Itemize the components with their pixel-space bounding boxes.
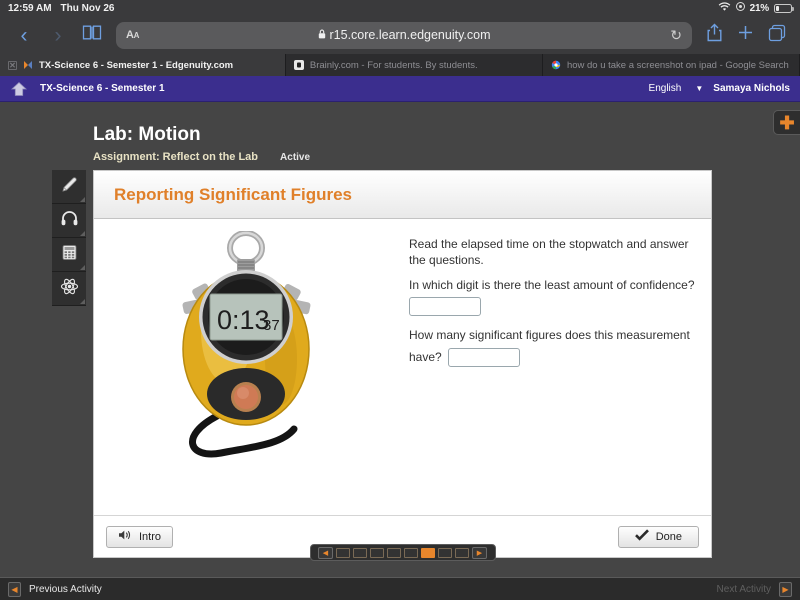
- triangle-left-icon[interactable]: ◀: [8, 582, 21, 597]
- answer-1-input[interactable]: [409, 297, 481, 316]
- status-badge: Active: [280, 152, 310, 163]
- page-square-5[interactable]: [404, 548, 418, 558]
- browser-tab-2[interactable]: how do u take a screenshot on ipad - Goo…: [543, 54, 800, 76]
- show-tabs-icon[interactable]: [768, 24, 786, 47]
- share-icon[interactable]: [706, 23, 723, 47]
- intro-button-label: Intro: [139, 531, 161, 543]
- next-activity-link[interactable]: Next Activity: [717, 584, 771, 595]
- lock-icon: [318, 28, 326, 42]
- instruction-text: Read the elapsed time on the stopwatch a…: [409, 237, 697, 269]
- page-square-3[interactable]: [370, 548, 384, 558]
- tab-strip: ✕ TX-Science 6 - Semester 1 - Edgenuity.…: [0, 54, 800, 76]
- home-icon[interactable]: [10, 81, 28, 97]
- browser-tab-0[interactable]: ✕ TX-Science 6 - Semester 1 - Edgenuity.…: [0, 54, 286, 76]
- science-tool[interactable]: [52, 272, 86, 306]
- tab-title: Brainly.com - For students. By students.: [310, 60, 478, 71]
- plus-icon: ✚: [779, 114, 794, 132]
- activity-header: Reporting Significant Figures: [94, 171, 711, 219]
- assignment-subtitle-row: Assignment: Reflect on the Lab Active: [93, 151, 310, 163]
- atom-icon: [60, 277, 79, 301]
- calculator-icon: [60, 243, 79, 267]
- edgenuity-favicon: [23, 60, 33, 70]
- question-2-text-line2: have?: [409, 350, 442, 366]
- page-square-8[interactable]: [455, 548, 469, 558]
- question-panel: Read the elapsed time on the stopwatch a…: [399, 223, 711, 515]
- wifi-icon: [718, 2, 731, 15]
- url-text: r15.core.learn.edgenuity.com: [330, 28, 491, 42]
- add-panel-button[interactable]: ✚: [773, 110, 800, 135]
- user-name[interactable]: Samaya Nichols: [713, 83, 790, 94]
- ios-status-bar: 12:59 AM Thu Nov 26 21%: [0, 0, 800, 16]
- speaker-icon: [118, 529, 132, 544]
- course-nav-bar: TX-Science 6 - Semester 1 English ▼ Sama…: [0, 76, 800, 102]
- language-label: English: [649, 83, 682, 94]
- new-tab-icon[interactable]: [737, 24, 754, 46]
- page-square-7[interactable]: [438, 548, 452, 558]
- page-square-4[interactable]: [387, 548, 401, 558]
- status-time: 12:59 AM: [8, 3, 52, 14]
- assignment-label: Assignment: Reflect on the Lab: [93, 151, 258, 163]
- battery-icon: [774, 4, 792, 13]
- audio-tool[interactable]: [52, 204, 86, 238]
- pagination-bar: ◀ ▶: [310, 544, 496, 561]
- calculator-tool[interactable]: [52, 238, 86, 272]
- chevron-down-icon: ▼: [695, 84, 703, 93]
- course-name: TX-Science 6 - Semester 1: [40, 83, 165, 94]
- brainly-favicon: [294, 60, 304, 70]
- page-square-6[interactable]: [421, 548, 435, 558]
- status-date: Thu Nov 26: [61, 3, 115, 14]
- location-services-icon: [736, 2, 745, 14]
- google-favicon: [551, 60, 561, 70]
- question-2-text-line1: How many significant figures does this m…: [409, 328, 697, 344]
- activity-navigation-bar: ◀ Previous Activity Next Activity ▶: [0, 577, 800, 600]
- tab-title: TX-Science 6 - Semester 1 - Edgenuity.co…: [39, 60, 233, 71]
- bookmarks-icon[interactable]: [82, 24, 102, 46]
- browser-toolbar: ‹ › AA r15.core.learn.edgenuity.com ↻: [0, 16, 800, 54]
- pencil-icon: [60, 175, 79, 199]
- activity-heading: Reporting Significant Figures: [114, 185, 352, 205]
- battery-percent: 21%: [750, 3, 769, 14]
- address-bar[interactable]: AA r15.core.learn.edgenuity.com ↻: [116, 22, 692, 49]
- stopwatch-time-fraction: 37: [263, 317, 280, 334]
- browser-tab-1[interactable]: Brainly.com - For students. By students.: [286, 54, 543, 76]
- check-icon: [635, 529, 649, 544]
- language-selector[interactable]: English ▼: [649, 83, 704, 94]
- activity-card: Reporting Significant Figures: [93, 170, 712, 558]
- page-square-2[interactable]: [353, 548, 367, 558]
- reload-icon[interactable]: ↻: [670, 27, 682, 44]
- activity-body: 0:13 37 Read the elapsed time on the sto…: [94, 219, 711, 515]
- back-button[interactable]: ‹: [14, 25, 34, 46]
- pagination-next-button[interactable]: ▶: [472, 547, 487, 559]
- intro-button[interactable]: Intro: [106, 526, 173, 548]
- lesson-page: Lab: Motion Assignment: Reflect on the L…: [0, 102, 800, 577]
- pencil-tool[interactable]: [52, 170, 86, 204]
- done-button-label: Done: [656, 531, 682, 543]
- done-button[interactable]: Done: [618, 526, 699, 548]
- question-1-text: In which digit is there the least amount…: [409, 278, 697, 294]
- headphones-icon: [60, 209, 79, 233]
- forward-button[interactable]: ›: [48, 25, 68, 46]
- previous-activity-link[interactable]: Previous Activity: [29, 584, 102, 595]
- stopwatch-time-main: 0:13: [217, 305, 270, 335]
- tool-rail: [52, 170, 86, 306]
- tab-title: how do u take a screenshot on ipad - Goo…: [567, 60, 789, 71]
- stopwatch-illustration: 0:13 37: [159, 231, 334, 461]
- stopwatch-media: 0:13 37: [94, 223, 399, 515]
- triangle-right-icon[interactable]: ▶: [779, 582, 792, 597]
- page-square-1[interactable]: [336, 548, 350, 558]
- close-icon[interactable]: ✕: [8, 61, 17, 70]
- answer-2-input[interactable]: [448, 348, 520, 367]
- page-title: Lab: Motion: [93, 124, 201, 146]
- pagination-prev-button[interactable]: ◀: [318, 547, 333, 559]
